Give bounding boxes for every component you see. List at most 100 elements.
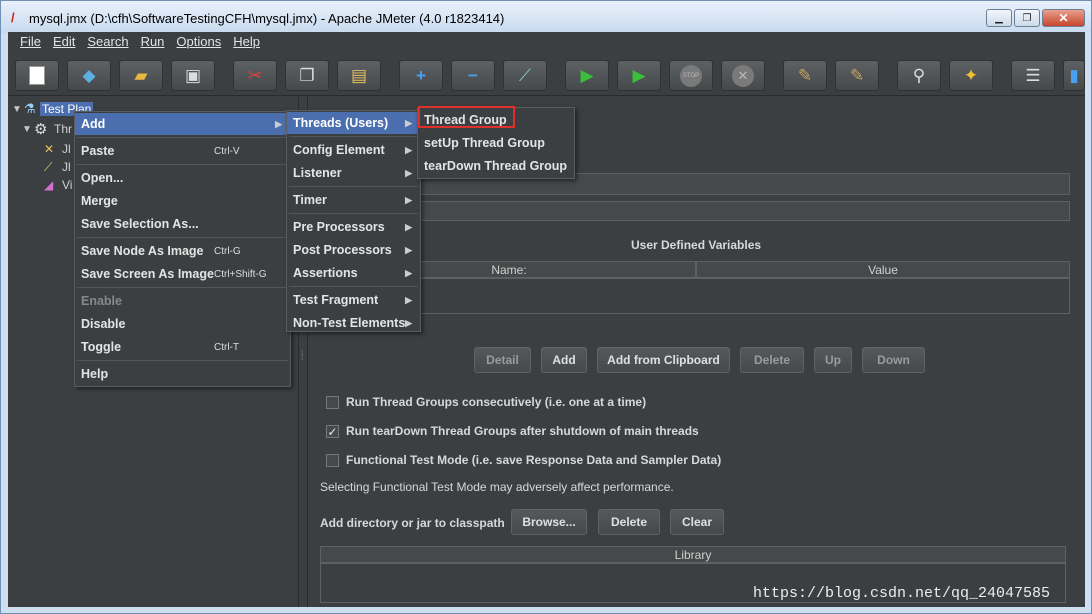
tree-node-jdbc-request[interactable]: ⟋ Jl xyxy=(44,157,71,177)
clear-all-icon[interactable]: ✎ xyxy=(835,60,879,91)
menu-item-disable[interactable]: Disable xyxy=(75,313,290,335)
menu-separator xyxy=(289,213,418,214)
menu-item-label: Post Processors xyxy=(293,243,392,257)
add-button[interactable]: Add xyxy=(541,347,587,373)
menu-item-label: Timer xyxy=(293,193,327,207)
submenu-arrow-icon: ▶ xyxy=(275,118,282,129)
start-no-pause-icon[interactable]: ▶ xyxy=(617,60,661,91)
close-button[interactable]: ✕ xyxy=(1042,9,1085,27)
menu-item-label: setUp Thread Group xyxy=(424,136,545,150)
submenu-item-post-processors[interactable]: Post Processors ▶ xyxy=(287,239,420,261)
cut-icon[interactable]: ✂ xyxy=(233,60,277,91)
submenu-item-teardown-thread-group[interactable]: tearDown Thread Group xyxy=(418,155,574,177)
menu-item-label: Config Element xyxy=(293,143,385,157)
user-defined-variables-title: User Defined Variables xyxy=(631,238,762,252)
menu-file[interactable]: File xyxy=(14,32,47,53)
help-icon[interactable]: ▮ xyxy=(1063,60,1085,91)
save-icon[interactable]: ▣ xyxy=(171,60,215,91)
tree-node-view-results[interactable]: ◢ Vi xyxy=(44,175,72,195)
submenu-item-assertions[interactable]: Assertions ▶ xyxy=(287,262,420,284)
menu-separator xyxy=(289,286,418,287)
classpath-label: Add directory or jar to classpath xyxy=(320,516,505,530)
open-icon[interactable]: ▰ xyxy=(119,60,163,91)
templates-icon[interactable]: ◆ xyxy=(67,60,111,91)
down-button[interactable]: Down xyxy=(862,347,925,373)
shutdown-icon[interactable]: ✕ xyxy=(721,60,765,91)
tree-node-label: Jl xyxy=(62,160,71,174)
menu-item-save-node-image[interactable]: Save Node As Image Ctrl-G xyxy=(75,240,290,262)
submenu-item-timer[interactable]: Timer ▶ xyxy=(287,189,420,211)
menu-item-label: Threads (Users) xyxy=(293,116,389,130)
menu-item-paste[interactable]: Paste Ctrl-V xyxy=(75,140,290,162)
detail-button[interactable]: Detail xyxy=(474,347,531,373)
up-button[interactable]: Up xyxy=(814,347,852,373)
submenu-arrow-icon: ▶ xyxy=(405,221,412,232)
clear-icon[interactable]: ✎ xyxy=(783,60,827,91)
submenu-item-threads[interactable]: Threads (Users) ▶ xyxy=(287,112,420,134)
menu-item-save-selection[interactable]: Save Selection As... xyxy=(75,213,290,235)
menu-item-help[interactable]: Help xyxy=(75,363,290,385)
copy-icon[interactable]: ❐ xyxy=(285,60,329,91)
jmeter-feather-icon: / xyxy=(11,10,15,25)
menu-item-label: Test Fragment xyxy=(293,293,379,307)
submenu-item-config-element[interactable]: Config Element ▶ xyxy=(287,139,420,161)
menu-item-enable[interactable]: Enable xyxy=(75,290,290,312)
menu-options[interactable]: Options xyxy=(170,32,227,53)
submenu-item-listener[interactable]: Listener ▶ xyxy=(287,162,420,184)
menu-item-add[interactable]: Add ▶ xyxy=(75,113,290,135)
classpath-delete-button[interactable]: Delete xyxy=(598,509,660,535)
functional-test-mode-checkbox[interactable] xyxy=(326,454,339,467)
search-icon[interactable]: ⚲ xyxy=(897,60,941,91)
window-title: mysql.jmx (D:\cfh\SoftwareTestingCFH\mys… xyxy=(29,11,505,26)
submenu-item-non-test-elements[interactable]: Non-Test Elements ▶ xyxy=(287,312,420,334)
start-icon[interactable]: ▶ xyxy=(565,60,609,91)
pipette-icon: ⟋ xyxy=(44,159,53,174)
menu-item-merge[interactable]: Merge xyxy=(75,190,290,212)
menu-item-label: tearDown Thread Group xyxy=(424,159,568,173)
gear-icon: ⚙ xyxy=(34,121,48,138)
submenu-arrow-icon: ▶ xyxy=(405,294,412,305)
wrench-icon: ✕ xyxy=(44,142,55,156)
paste-icon[interactable]: ▤ xyxy=(337,60,381,91)
stop-icon[interactable]: STOP xyxy=(669,60,713,91)
variables-table[interactable] xyxy=(322,278,1070,314)
comments-field[interactable] xyxy=(418,201,1070,221)
minimize-button[interactable]: ▁ xyxy=(986,9,1012,27)
submenu-arrow-icon: ▶ xyxy=(405,117,412,128)
menu-item-toggle[interactable]: Toggle Ctrl-T xyxy=(75,336,290,358)
delete-button[interactable]: Delete xyxy=(740,347,804,373)
new-icon[interactable] xyxy=(15,60,59,91)
add-from-clipboard-button[interactable]: Add from Clipboard xyxy=(597,347,730,373)
function-helper-icon[interactable]: ☰ xyxy=(1011,60,1055,91)
library-column-header[interactable]: Library xyxy=(320,546,1066,563)
clear-button[interactable]: Clear xyxy=(670,509,724,535)
toggle-icon[interactable]: ⟋ xyxy=(503,60,547,91)
collapse-icon[interactable]: − xyxy=(451,60,495,91)
reset-search-icon[interactable]: ✦ xyxy=(949,60,993,91)
menu-edit[interactable]: Edit xyxy=(47,32,81,53)
submenu-item-test-fragment[interactable]: Test Fragment ▶ xyxy=(287,289,420,311)
expand-arrow-icon[interactable]: ▼ xyxy=(22,124,34,135)
maximize-button[interactable]: ❐ xyxy=(1014,9,1040,27)
run-consecutively-checkbox[interactable] xyxy=(326,396,339,409)
expand-icon[interactable]: + xyxy=(399,60,443,91)
toolbar: ◆ ▰ ▣ ✂ ❐ ▤ + − ⟋ ▶ ▶ STOP ✕ ✎ ✎ ⚲ ✦ ☰ ▮ xyxy=(8,54,1085,96)
splitter-grip-icon: ⁞ ⁞ xyxy=(301,349,304,362)
column-header-value[interactable]: Value xyxy=(696,261,1070,278)
menu-item-label: Save Selection As... xyxy=(81,217,199,231)
menu-item-open[interactable]: Open... xyxy=(75,167,290,189)
submenu-item-setup-thread-group[interactable]: setUp Thread Group xyxy=(418,132,574,154)
flask-icon: ⚗ xyxy=(24,101,36,116)
browse-button[interactable]: Browse... xyxy=(511,509,587,535)
submenu-item-pre-processors[interactable]: Pre Processors ▶ xyxy=(287,216,420,238)
tree-node-thread[interactable]: ▼ ⚙ Thr xyxy=(22,119,72,139)
submenu-arrow-icon: ▶ xyxy=(405,144,412,155)
menu-run[interactable]: Run xyxy=(135,32,171,53)
run-teardown-checkbox[interactable]: ✓ xyxy=(326,425,339,438)
menu-search[interactable]: Search xyxy=(81,32,134,53)
tree-node-jdbc-config[interactable]: ✕ Jl xyxy=(44,139,71,159)
expand-arrow-icon[interactable]: ▼ xyxy=(12,104,24,115)
menu-item-shortcut: Ctrl-G xyxy=(214,245,241,257)
menu-item-save-screen-image[interactable]: Save Screen As Image Ctrl+Shift-G xyxy=(75,263,290,285)
menu-help[interactable]: Help xyxy=(227,32,266,53)
